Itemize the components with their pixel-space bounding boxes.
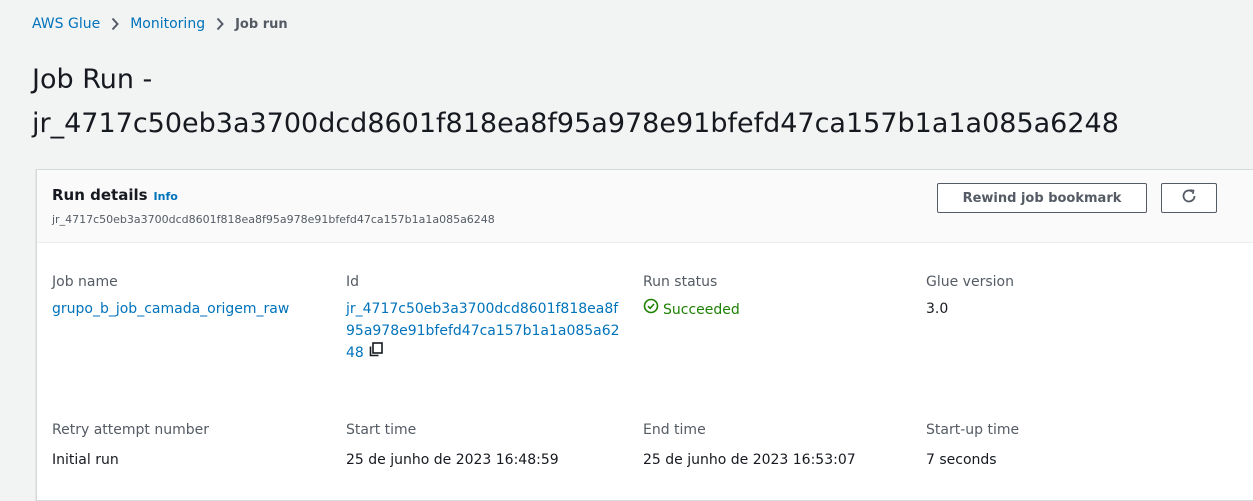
start-time-label: Start time xyxy=(346,422,417,438)
run-id-line-2: 95a978e91bfefd47ca157b1a1a085a62 xyxy=(346,323,620,339)
run-id-line-1: jr_4717c50eb3a3700dcd8601f818ea8f xyxy=(346,301,619,317)
run-status-value: Succeeded xyxy=(643,298,740,321)
page-title-line-1: Job Run - xyxy=(32,64,153,95)
run-id-link[interactable]: jr_4717c50eb3a3700dcd8601f818ea8f 95a978… xyxy=(346,298,620,364)
run-status-label: Run status xyxy=(643,274,718,290)
end-time-label: End time xyxy=(643,422,706,438)
run-id-line-3: 48 xyxy=(346,342,620,364)
breadcrumb-monitoring[interactable]: Monitoring xyxy=(130,16,205,32)
glue-version-value: 3.0 xyxy=(926,301,949,317)
job-name-label: Job name xyxy=(52,274,118,290)
card-title-text: Run details xyxy=(52,186,148,204)
page-title: Job Run - jr_4717c50eb3a3700dcd8601f818e… xyxy=(32,58,1119,146)
chevron-right-icon xyxy=(100,17,130,31)
start-time-value: 25 de junho de 2023 16:48:59 xyxy=(346,452,559,468)
rewind-job-bookmark-button[interactable]: Rewind job bookmark xyxy=(937,183,1147,213)
breadcrumb-aws-glue[interactable]: AWS Glue xyxy=(32,16,100,32)
chevron-right-icon xyxy=(205,17,235,31)
card-title: Run details Info xyxy=(52,186,178,204)
refresh-button[interactable] xyxy=(1161,183,1217,213)
refresh-icon xyxy=(1180,187,1198,209)
card-subtitle: jr_4717c50eb3a3700dcd8601f818ea8f95a978e… xyxy=(52,213,495,226)
run-details-card: Run details Info jr_4717c50eb3a3700dcd860… xyxy=(36,169,1253,501)
check-circle-icon xyxy=(643,298,663,321)
end-time-value: 25 de junho de 2023 16:53:07 xyxy=(643,452,856,468)
startup-time-value: 7 seconds xyxy=(926,452,997,468)
job-name-link[interactable]: grupo_b_job_camada_origem_raw xyxy=(52,298,289,320)
retry-attempt-label: Retry attempt number xyxy=(52,422,209,438)
run-id-line-3-text: 48 xyxy=(346,345,364,361)
breadcrumb: AWS Glue Monitoring Job run xyxy=(32,14,288,34)
breadcrumb-current: Job run xyxy=(235,16,288,32)
startup-time-label: Start-up time xyxy=(926,422,1020,438)
copy-icon[interactable] xyxy=(369,342,383,364)
page-title-line-2: jr_4717c50eb3a3700dcd8601f818ea8f95a978e… xyxy=(32,108,1119,139)
run-status-text: Succeeded xyxy=(663,301,740,318)
card-header: Run details Info jr_4717c50eb3a3700dcd860… xyxy=(37,170,1253,243)
info-link[interactable]: Info xyxy=(154,190,178,203)
id-label: Id xyxy=(346,274,360,290)
glue-version-label: Glue version xyxy=(926,274,1014,290)
retry-attempt-value: Initial run xyxy=(52,452,119,468)
